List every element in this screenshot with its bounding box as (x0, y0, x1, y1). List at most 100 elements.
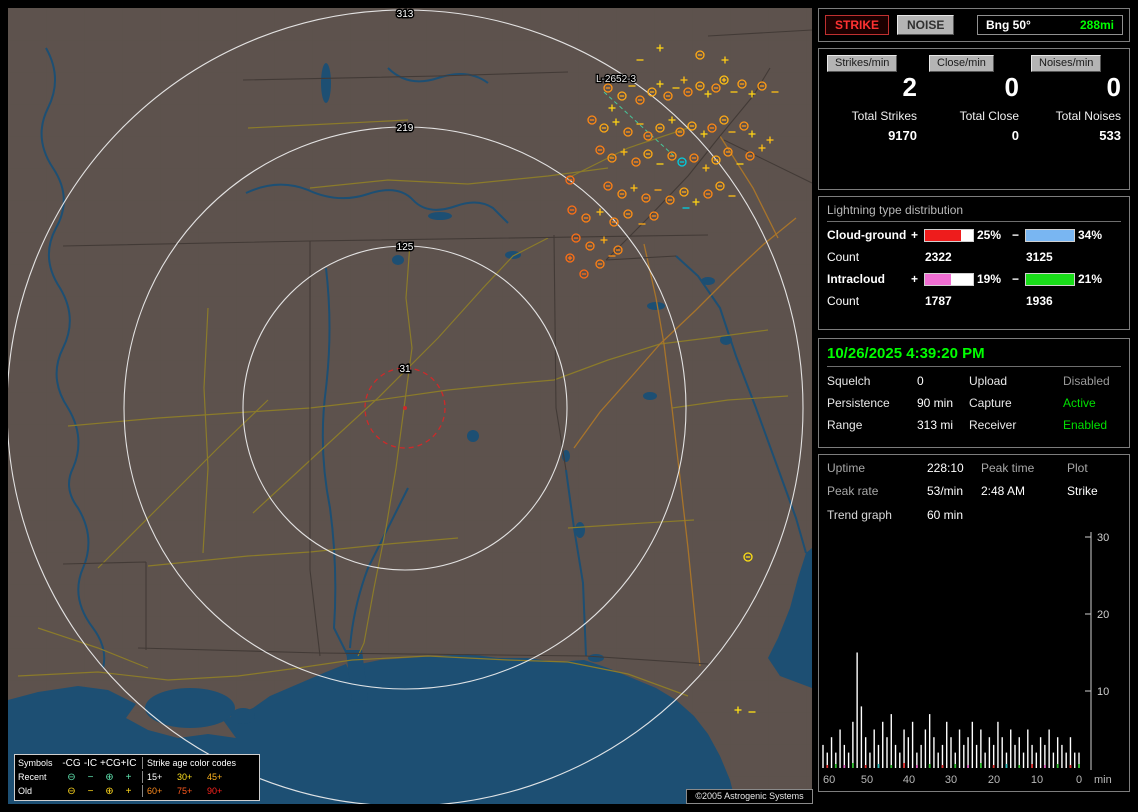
total-strikes-value: 9170 (888, 128, 917, 143)
bearing-label: Bng 50° (986, 18, 1031, 32)
svg-text:40: 40 (903, 774, 915, 786)
trend-color-mark (1031, 764, 1033, 768)
ic-negative-pct: 21% (1075, 272, 1105, 286)
copyright-notice: ©2005 Astrogenic Systems (686, 789, 813, 804)
cg-positive-bar (924, 229, 974, 242)
legend-neg-cgicon: ⊖ (62, 771, 81, 784)
receiver-center-dot (403, 406, 407, 410)
upload-label: Upload (969, 374, 1063, 388)
cg-negative-count: 3125 (1012, 250, 1105, 264)
cg-positive-count: 2322 (911, 250, 1012, 264)
capture-label: Capture (969, 396, 1063, 410)
legend-posneg-cgicon: ⊕ (100, 771, 119, 784)
peak-rate-label: Peak rate (827, 484, 927, 498)
svg-text:20: 20 (988, 774, 1000, 786)
trend-color-mark (942, 765, 944, 768)
legend-divider (142, 785, 143, 797)
ic-positive-count: 1787 (911, 294, 1012, 308)
squelch-value: 0 (917, 374, 969, 388)
plot-label: Plot (1067, 461, 1121, 475)
legend-col-ic-neg: -IC (81, 757, 100, 770)
legend-row-recent: Recent⊖−⊕+15+30+45+ (18, 770, 256, 784)
trend-color-mark (929, 764, 931, 768)
svg-text:min: min (1094, 774, 1112, 786)
bar-fill (1026, 274, 1074, 285)
trend-color-mark (1070, 765, 1072, 768)
noises-per-min-value: 0 (1107, 74, 1121, 101)
legend-neg-icicon: − (81, 785, 100, 798)
persistence-label: Persistence (827, 396, 917, 410)
svg-text:20: 20 (1097, 609, 1109, 621)
svg-text:10: 10 (1031, 774, 1043, 786)
bar-fill (1026, 230, 1074, 241)
strikes-per-min-button[interactable]: Strikes/min (827, 55, 897, 72)
distribution-title: Lightning type distribution (827, 203, 1121, 217)
plot-value: Strike (1067, 484, 1121, 498)
svg-text:10: 10 (1097, 686, 1109, 698)
map-legend: Symbols -CG -IC +CG +IC Strike age color… (14, 754, 260, 801)
peak-time-value: 2:48 AM (981, 484, 1067, 498)
strike-mode-button[interactable]: STRIKE (825, 15, 889, 35)
rates-panel: Strikes/min 2 Total Strikes 9170 Close/m… (818, 48, 1130, 190)
y-axis-labels: 10 20 30 (1097, 532, 1109, 698)
legend-col-ic-pos: +IC (119, 757, 138, 770)
total-close-label: Total Close (960, 109, 1019, 123)
datetime-settings-panel: 10/26/2025 4:39:20 PM Squelch 0 Upload D… (818, 338, 1130, 448)
trend-graph-label: Trend graph (827, 508, 927, 522)
uptime-value: 228:10 (927, 461, 981, 475)
mode-toolbar: STRIKE NOISE Bng 50° 288mi (818, 8, 1130, 42)
map-canvas: 313 219 125 31 L-2652-3 (8, 8, 812, 804)
legend-age-header: Strike age color codes (147, 757, 236, 770)
legend-posneg-icicon: + (119, 771, 138, 784)
divider (827, 366, 1121, 367)
svg-text:30: 30 (1097, 532, 1109, 544)
lightning-map[interactable]: 313 219 125 31 L-2652-3 Symbols -CG -IC … (8, 8, 812, 804)
noises-per-min-column: Noises/min 0 Total Noises 533 (1031, 55, 1121, 143)
svg-text:30: 30 (945, 774, 957, 786)
divider (827, 221, 1121, 222)
ring-label-125: 125 (397, 242, 414, 253)
noise-mode-button[interactable]: NOISE (897, 15, 954, 35)
y-axis-ticks (1085, 537, 1091, 691)
cg-positive-pct: 25% (974, 228, 1012, 242)
age-code: 60+ (147, 785, 177, 798)
legend-divider (142, 771, 143, 783)
svg-text:50: 50 (861, 774, 873, 786)
trend-color-mark (878, 764, 880, 768)
trend-graph: 10 20 30 60 50 40 30 20 10 0 min (821, 528, 1130, 786)
legend-posneg-icicon: + (119, 785, 138, 798)
legend-neg-cgicon: ⊖ (62, 785, 81, 798)
trend-color-mark (890, 765, 892, 768)
legend-row-old: Old⊖−⊕+60+75+90+ (18, 784, 256, 798)
strikes-per-min-value: 2 (903, 74, 917, 101)
legend-divider (142, 757, 143, 769)
peak-time-label: Peak time (981, 461, 1067, 475)
bearing-distance-value: 288mi (1080, 18, 1114, 32)
legend-posneg-cgicon: ⊕ (100, 785, 119, 798)
lightning-distribution-panel: Lightning type distribution Cloud-ground… (818, 196, 1130, 330)
legend-neg-icicon: − (81, 771, 100, 784)
storm-cell-label: L-2652-3 (596, 74, 636, 85)
legend-symbols-header: Symbols (18, 757, 62, 770)
noises-per-min-button[interactable]: Noises/min (1031, 55, 1101, 72)
close-per-min-button[interactable]: Close/min (929, 55, 994, 72)
ring-label-31: 31 (399, 364, 411, 375)
trend-color-mark (1018, 765, 1020, 768)
trend-color-mark (1057, 764, 1059, 768)
trend-color-mark (980, 763, 982, 768)
cloud-ground-label: Cloud-ground (827, 228, 911, 242)
intracloud-label: Intracloud (827, 272, 911, 286)
total-noises-label: Total Noises (1056, 109, 1121, 123)
close-per-min-column: Close/min 0 Total Close 0 (929, 55, 1019, 143)
receiver-status: Enabled (1063, 418, 1121, 432)
close-per-min-value: 0 (1005, 74, 1019, 101)
svg-text:0: 0 (1076, 774, 1082, 786)
trend-color-mark (993, 765, 995, 768)
cg-negative-pct: 34% (1075, 228, 1105, 242)
strikes-per-min-column: Strikes/min 2 Total Strikes 9170 (827, 55, 917, 143)
legend-col-cg-pos: +CG (100, 757, 119, 770)
legend-row-label: Recent (18, 771, 62, 784)
trend-color-mark (903, 763, 905, 768)
trend-color-mark (826, 765, 828, 768)
trend-graph-window: 60 min (927, 508, 1121, 522)
